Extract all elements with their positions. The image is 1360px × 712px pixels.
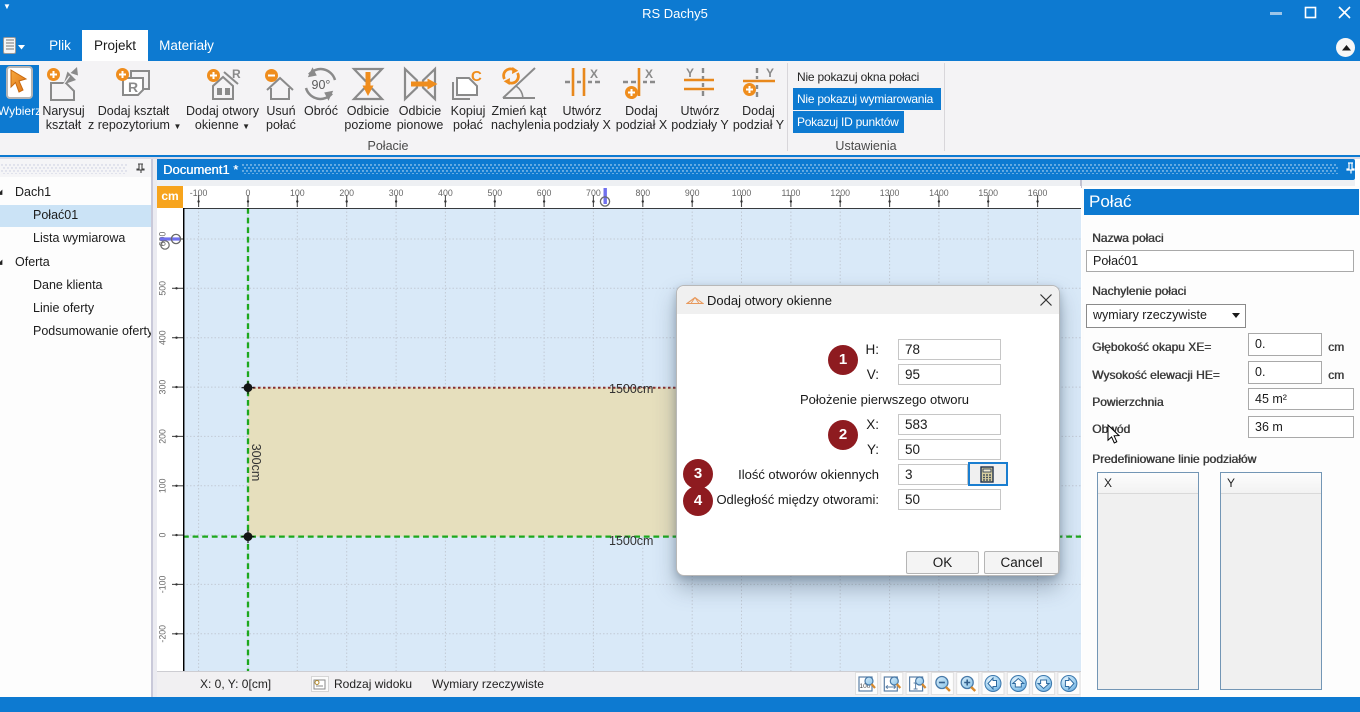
- svg-text:R: R: [128, 79, 138, 95]
- svg-text:200: 200: [339, 188, 354, 198]
- svg-text:900: 900: [685, 188, 700, 198]
- svg-text:1100: 1100: [781, 188, 800, 198]
- svg-text:0: 0: [246, 188, 251, 198]
- svg-text:1200: 1200: [830, 188, 850, 198]
- svg-text:700: 700: [586, 188, 601, 198]
- svg-text:300: 300: [158, 380, 168, 395]
- svg-text:300: 300: [389, 188, 404, 198]
- svg-text:500: 500: [487, 188, 502, 198]
- svg-text:1600: 1600: [1028, 188, 1048, 198]
- svg-text:-100: -100: [158, 575, 168, 593]
- svg-text:1300: 1300: [880, 188, 900, 198]
- svg-text:Y: Y: [766, 66, 774, 80]
- svg-text:X: X: [590, 67, 598, 81]
- svg-text:90°: 90°: [312, 78, 331, 92]
- svg-text:600: 600: [537, 188, 552, 198]
- svg-text:1500cm: 1500cm: [609, 534, 653, 548]
- svg-text:1400: 1400: [929, 188, 949, 198]
- svg-text:100: 100: [290, 188, 305, 198]
- svg-text:Y: Y: [686, 66, 694, 80]
- svg-text:200: 200: [158, 429, 168, 444]
- svg-text:500: 500: [158, 281, 168, 296]
- svg-text:X: X: [645, 67, 653, 81]
- svg-text:400: 400: [158, 330, 168, 345]
- svg-text:400: 400: [438, 188, 453, 198]
- svg-text:C: C: [471, 68, 482, 85]
- svg-text:R: R: [232, 67, 241, 81]
- svg-text:300cm: 300cm: [249, 444, 263, 482]
- svg-text:1500: 1500: [978, 188, 998, 198]
- svg-text:1500cm: 1500cm: [609, 382, 653, 396]
- svg-text:-100: -100: [190, 188, 208, 198]
- svg-text:0: 0: [158, 533, 168, 538]
- svg-text:800: 800: [635, 188, 650, 198]
- svg-text:100: 100: [158, 478, 168, 493]
- svg-text:-200: -200: [158, 625, 168, 643]
- svg-text:1000: 1000: [732, 188, 752, 198]
